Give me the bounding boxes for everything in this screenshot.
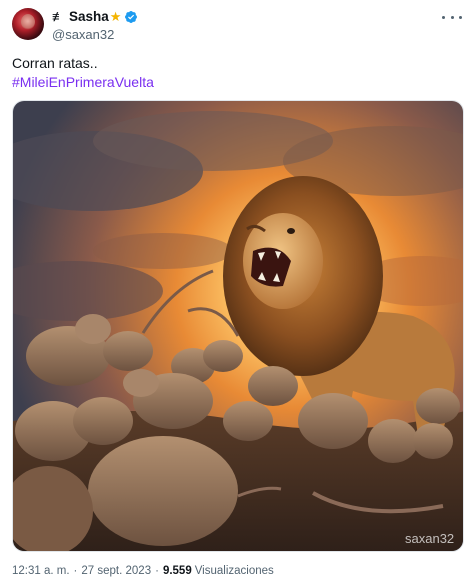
tweet-text: Corran ratas.. — [12, 55, 98, 71]
tweet-image[interactable]: saxan32 — [12, 100, 464, 552]
display-name[interactable]: Sasha — [69, 9, 109, 24]
author-block: ≢ Sasha ★ @saxan32 — [52, 8, 138, 42]
tweet-date[interactable]: 27 sept. 2023 — [81, 565, 151, 577]
author-name-row[interactable]: ≢ Sasha ★ — [52, 8, 138, 25]
verified-badge-icon — [125, 10, 138, 23]
image-watermark: saxan32 — [405, 531, 454, 546]
tweet-meta: 12:31 a. m. · 27 sept. 2023 · 9.559 Visualiza… — [12, 565, 274, 577]
views-label: Visualizaciones — [194, 565, 274, 577]
star-icon: ★ — [109, 8, 122, 24]
lion-and-rats-image: saxan32 — [13, 101, 463, 551]
tweet: ≢ Sasha ★ @saxan32 Corran ratas.. #Milei… — [0, 0, 476, 587]
name-prefix: ≢ — [52, 9, 65, 24]
avatar[interactable] — [12, 8, 44, 40]
meta-separator-2: · — [155, 565, 159, 577]
views-count: 9.559 — [162, 565, 192, 577]
meta-separator: · — [73, 565, 78, 577]
author-handle[interactable]: @saxan32 — [52, 27, 138, 42]
more-options-icon[interactable] — [442, 10, 462, 24]
tweet-time[interactable]: 12:31 a. m. — [12, 565, 70, 577]
hashtag-link[interactable]: #MileiEnPrimeraVuelta — [12, 73, 154, 91]
